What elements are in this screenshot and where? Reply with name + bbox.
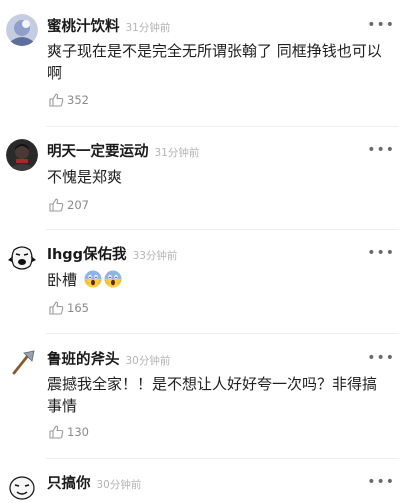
comment-item: lhgg保佑我 33分钟前 ••• 卧槽 165 bbox=[0, 230, 417, 330]
comment-item: 只搞你 30分钟前 ••• bbox=[0, 459, 417, 503]
thumbs-up-icon bbox=[49, 425, 64, 439]
comment-timestamp: 33分钟前 bbox=[132, 250, 178, 262]
comment-text: 卧槽 bbox=[47, 269, 382, 294]
comment-timestamp: 30分钟前 bbox=[125, 355, 171, 367]
comment-username[interactable]: 只搞你 30分钟前 bbox=[47, 472, 141, 493]
username-text[interactable]: 鲁班的斧头 bbox=[47, 352, 120, 368]
username-text[interactable]: lhgg保佑我 bbox=[47, 247, 127, 263]
comment-item: 明天一定要运动 31分钟前 ••• 不愧是郑爽 207 bbox=[0, 127, 417, 227]
comment-text: 爽子现在是不是完全无所谓张翰了 同框挣钱也可以啊 bbox=[47, 42, 382, 82]
more-options-icon[interactable]: ••• bbox=[367, 246, 395, 260]
thumbs-up-icon bbox=[49, 93, 64, 107]
avatar[interactable] bbox=[6, 14, 38, 46]
username-text[interactable]: 蜜桃汁饮料 bbox=[47, 19, 120, 35]
comment-item: 蜜桃汁饮料 31分钟前 ••• 爽子现在是不是完全无所谓张翰了 同框挣钱也可以啊 … bbox=[0, 0, 417, 118]
thumbs-up-icon bbox=[49, 301, 64, 315]
more-options-icon[interactable]: ••• bbox=[367, 475, 395, 489]
avatar[interactable] bbox=[6, 139, 38, 171]
thumbs-up-icon bbox=[49, 198, 64, 212]
like-button[interactable]: 130 bbox=[49, 423, 89, 441]
comment-timestamp: 31分钟前 bbox=[125, 22, 171, 34]
comment-username[interactable]: 鲁班的斧头 30分钟前 bbox=[47, 348, 170, 369]
username-text[interactable]: 明天一定要运动 bbox=[47, 144, 149, 160]
username-text[interactable]: 只搞你 bbox=[47, 476, 91, 492]
comment-item: 鲁班的斧头 30分钟前 ••• 震撼我全家！！是不想让人好好夸一次吗？非得搞事情 … bbox=[0, 334, 417, 454]
avatar[interactable] bbox=[6, 347, 38, 379]
like-button[interactable]: 352 bbox=[49, 91, 89, 109]
comment-username[interactable]: 明天一定要运动 31分钟前 bbox=[47, 140, 199, 161]
comment-text-body: 卧槽 bbox=[47, 271, 78, 289]
like-count: 207 bbox=[67, 198, 89, 212]
more-options-icon[interactable]: ••• bbox=[367, 143, 395, 157]
comment-username[interactable]: 蜜桃汁饮料 31分钟前 bbox=[47, 15, 170, 36]
comment-text: 震撼我全家！！是不想让人好好夸一次吗？非得搞事情 bbox=[47, 375, 378, 415]
like-count: 130 bbox=[67, 425, 89, 439]
like-count: 352 bbox=[67, 93, 89, 107]
screaming-face-emoji bbox=[104, 270, 122, 294]
more-options-icon[interactable]: ••• bbox=[367, 351, 395, 365]
avatar[interactable] bbox=[6, 471, 38, 503]
comment-timestamp: 30分钟前 bbox=[96, 479, 142, 491]
like-button[interactable]: 165 bbox=[49, 299, 89, 317]
like-count: 165 bbox=[67, 301, 89, 315]
avatar[interactable] bbox=[6, 242, 38, 274]
comment-text: 不愧是郑爽 bbox=[47, 168, 123, 186]
like-button[interactable]: 207 bbox=[49, 196, 89, 214]
comment-timestamp: 31分钟前 bbox=[154, 147, 200, 159]
more-options-icon[interactable]: ••• bbox=[367, 18, 395, 32]
comment-username[interactable]: lhgg保佑我 33分钟前 bbox=[47, 243, 177, 264]
screaming-face-emoji bbox=[84, 270, 102, 294]
